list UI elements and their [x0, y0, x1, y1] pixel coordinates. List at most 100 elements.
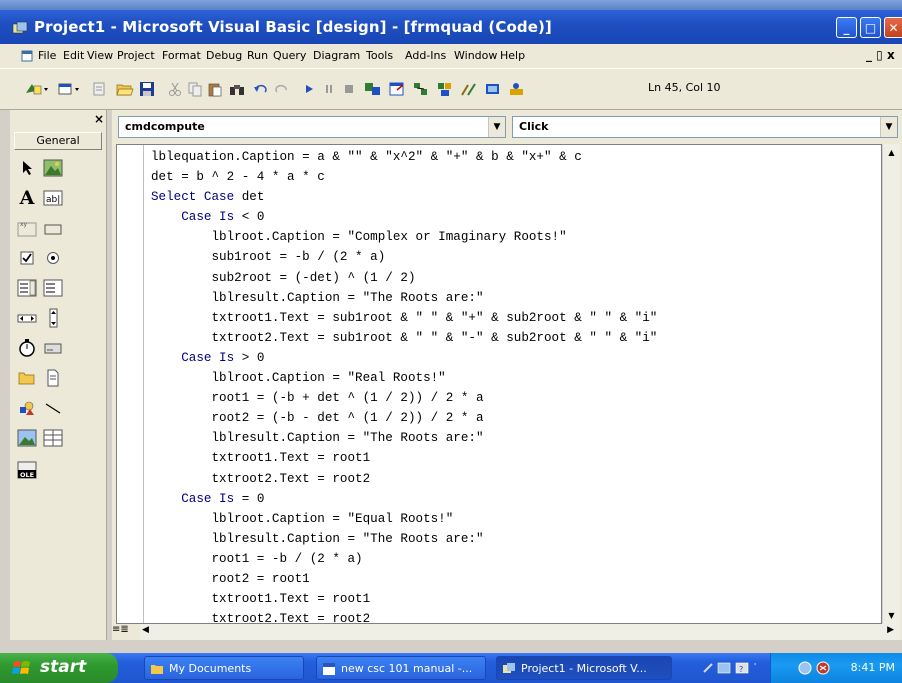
data-tool[interactable]: [42, 428, 64, 448]
code-line[interactable]: Case Is = 0: [151, 489, 657, 509]
picturebox-tool[interactable]: [42, 158, 64, 178]
project-explorer-button[interactable]: [364, 80, 382, 98]
code-line[interactable]: lblroot.Caption = "Equal Roots!": [151, 509, 657, 529]
combobox-tool[interactable]: [16, 278, 38, 298]
code-line[interactable]: root1 = -b / (2 * a): [151, 549, 657, 569]
code-line[interactable]: txtroot2.Text = root2: [151, 609, 657, 623]
menu-debug[interactable]: Debug: [206, 49, 242, 62]
code-line[interactable]: root2 = root1: [151, 569, 657, 589]
scroll-left-icon[interactable]: ◀: [142, 625, 149, 635]
menu-editor-button[interactable]: [90, 80, 108, 98]
save-project-button[interactable]: [138, 80, 156, 98]
frame-tool[interactable]: xy: [16, 218, 38, 238]
mdi-window-controls[interactable]: _ ▯ x: [866, 48, 895, 62]
start-button[interactable]: [300, 80, 318, 98]
break-button[interactable]: [320, 80, 338, 98]
filelistbox-tool[interactable]: [42, 368, 64, 388]
menu-diagram[interactable]: Diagram: [313, 49, 360, 62]
toolbox-close-button[interactable]: ×: [94, 112, 104, 126]
end-button[interactable]: [340, 80, 358, 98]
start-button[interactable]: start: [0, 653, 118, 683]
vscrollbar-tool[interactable]: [42, 308, 64, 328]
clock[interactable]: 8:41 PM: [851, 661, 895, 674]
hscrollbar-tool[interactable]: [16, 308, 38, 328]
code-line[interactable]: txtroot1.Text = sub1root & " " & "+" & s…: [151, 308, 657, 328]
properties-window-button[interactable]: [388, 80, 406, 98]
redo-button[interactable]: [272, 80, 290, 98]
form-layout-button[interactable]: [412, 80, 430, 98]
tray-status-icons[interactable]: [797, 660, 833, 676]
code-line[interactable]: lblroot.Caption = "Complex or Imaginary …: [151, 227, 657, 247]
commandbutton-tool[interactable]: [42, 218, 64, 238]
close-button[interactable]: ✕: [884, 17, 902, 38]
chevron-down-icon[interactable]: ▼: [880, 117, 897, 137]
code-line[interactable]: lblresult.Caption = "The Roots are:": [151, 288, 657, 308]
full-module-view-icon[interactable]: ≣: [120, 624, 128, 635]
code-line[interactable]: lblroot.Caption = "Real Roots!": [151, 368, 657, 388]
menu-file[interactable]: File: [38, 49, 56, 62]
undo-button[interactable]: [252, 80, 270, 98]
code-line[interactable]: txtroot1.Text = root1: [151, 589, 657, 609]
code-line[interactable]: txtroot2.Text = sub1root & " " & "-" & s…: [151, 328, 657, 348]
menu-tools[interactable]: Tools: [366, 49, 393, 62]
ole-tool[interactable]: OLE: [16, 460, 38, 480]
timer-tool[interactable]: [16, 338, 38, 358]
taskbar-item-my-documents[interactable]: My Documents: [144, 656, 304, 680]
taskbar-item-word-document[interactable]: new csc 101 manual -...: [316, 656, 486, 680]
code-line[interactable]: det = b ^ 2 - 4 * a * c: [151, 167, 657, 187]
scroll-down-icon[interactable]: ▼: [883, 607, 900, 624]
code-editor[interactable]: lblequation.Caption = a & "" & "x^2" & "…: [116, 144, 882, 624]
toolbox-button[interactable]: [460, 80, 478, 98]
textbox-tool[interactable]: ab|: [42, 188, 64, 208]
code-line[interactable]: txtroot2.Text = root2: [151, 469, 657, 489]
scroll-up-icon[interactable]: ▲: [883, 144, 900, 161]
toolbox-general-tab[interactable]: General: [14, 132, 102, 150]
find-button[interactable]: [228, 80, 246, 98]
menu-window[interactable]: Window: [454, 49, 497, 62]
code-line[interactable]: Case Is < 0: [151, 207, 657, 227]
code-line[interactable]: lblresult.Caption = "The Roots are:": [151, 428, 657, 448]
code-text[interactable]: lblequation.Caption = a & "" & "x^2" & "…: [151, 147, 657, 623]
code-line[interactable]: lblresult.Caption = "The Roots are:": [151, 529, 657, 549]
listbox-tool[interactable]: [42, 278, 64, 298]
object-combobox[interactable]: cmdcompute ▼: [118, 116, 506, 138]
add-project-button[interactable]: [22, 80, 52, 98]
code-line[interactable]: root1 = (-b + det ^ (1 / 2)) / 2 * a: [151, 388, 657, 408]
shape-tool[interactable]: [16, 398, 38, 418]
minimize-button[interactable]: _: [836, 17, 857, 38]
maximize-button[interactable]: □: [860, 17, 881, 38]
vertical-scrollbar[interactable]: ▲ ▼: [882, 144, 900, 624]
code-line[interactable]: Case Is > 0: [151, 348, 657, 368]
chevron-down-icon[interactable]: ▼: [488, 117, 505, 137]
object-browser-button[interactable]: [436, 80, 454, 98]
menu-project[interactable]: Project: [117, 49, 155, 62]
menu-add-ins[interactable]: Add-Ins: [405, 49, 446, 62]
code-line[interactable]: txtroot1.Text = root1: [151, 448, 657, 468]
title-bar[interactable]: Project1 - Microsoft Visual Basic [desig…: [0, 10, 902, 44]
paste-button[interactable]: [206, 80, 224, 98]
menu-query[interactable]: Query: [273, 49, 306, 62]
image-tool[interactable]: [16, 428, 38, 448]
view-toggle-buttons[interactable]: ≡≣: [112, 624, 140, 640]
taskbar-item-visual-basic[interactable]: Project1 - Microsoft V...: [496, 656, 672, 680]
dirlistbox-tool[interactable]: [16, 368, 38, 388]
code-line[interactable]: sub1root = -b / (2 * a): [151, 247, 657, 267]
pointer-tool[interactable]: [16, 158, 38, 178]
code-line[interactable]: root2 = (-b - det ^ (1 / 2)) / 2 * a: [151, 408, 657, 428]
data-view-button[interactable]: [484, 80, 502, 98]
menu-format[interactable]: Format: [162, 49, 201, 62]
document-icon[interactable]: [20, 49, 34, 63]
cut-button[interactable]: [166, 80, 184, 98]
open-project-button[interactable]: [116, 80, 134, 98]
add-form-button[interactable]: [56, 80, 84, 98]
copy-button[interactable]: [186, 80, 204, 98]
drivelistbox-tool[interactable]: [42, 338, 64, 358]
procedure-combobox[interactable]: Click ▼: [512, 116, 898, 138]
code-line[interactable]: sub2root = (-det) ^ (1 / 2): [151, 268, 657, 288]
optionbutton-tool[interactable]: [42, 248, 64, 268]
menu-run[interactable]: Run: [247, 49, 268, 62]
menu-help[interactable]: Help: [500, 49, 525, 62]
menu-view[interactable]: View: [87, 49, 113, 62]
horizontal-scrollbar[interactable]: ◀ ▶: [140, 624, 900, 640]
menu-edit[interactable]: Edit: [63, 49, 84, 62]
